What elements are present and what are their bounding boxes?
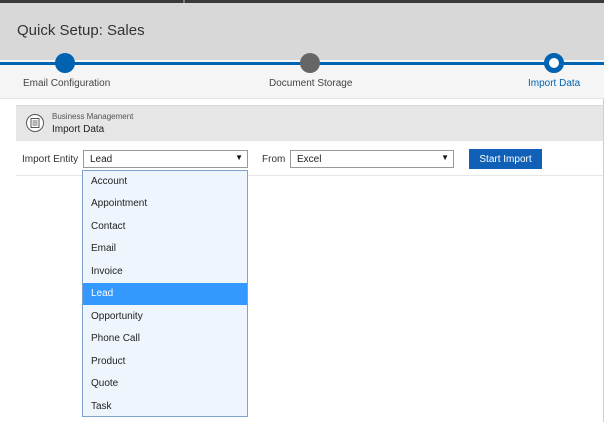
option-label: Product <box>91 356 126 367</box>
from-value: Excel <box>297 154 322 165</box>
dropdown-option-invoice[interactable]: Invoice <box>83 261 247 283</box>
import-entity-label: Import Entity <box>22 154 79 165</box>
chevron-down-icon: ▼ <box>235 153 243 162</box>
chevron-down-icon: ▼ <box>441 153 449 162</box>
section-header: Business Management Import Data <box>16 105 604 141</box>
dropdown-option-task[interactable]: Task <box>83 396 247 418</box>
setup-stepper: Email Configuration Document Storage Imp… <box>0 53 604 98</box>
option-label: Email <box>91 243 117 254</box>
section-heading: Import Data <box>52 124 105 135</box>
dropdown-option-phone-call[interactable]: Phone Call <box>83 328 247 350</box>
dropdown-option-email[interactable]: Email <box>83 238 247 260</box>
list-document-icon <box>26 114 44 132</box>
option-label: Task <box>91 401 112 412</box>
dropdown-option-opportunity[interactable]: Opportunity <box>83 306 247 328</box>
step-label-email-configuration[interactable]: Email Configuration <box>23 78 110 89</box>
import-entity-value: Lead <box>90 154 113 165</box>
dropdown-option-appointment[interactable]: Appointment <box>83 193 247 215</box>
start-import-button[interactable]: Start Import <box>469 149 542 169</box>
dropdown-option-quote[interactable]: Quote <box>83 373 247 395</box>
page-title: Quick Setup: Sales <box>17 22 145 39</box>
from-select[interactable]: Excel ▼ <box>290 150 454 168</box>
option-label: Opportunity <box>91 311 143 322</box>
option-label: Phone Call <box>91 333 140 344</box>
step-label-document-storage[interactable]: Document Storage <box>269 78 352 89</box>
dropdown-option-product[interactable]: Product <box>83 351 247 373</box>
option-label: Invoice <box>91 266 123 277</box>
step-dot-email-configuration[interactable] <box>55 53 75 73</box>
option-label: Contact <box>91 221 126 232</box>
option-label: Account <box>91 176 128 187</box>
step-dot-import-data[interactable] <box>544 53 564 73</box>
option-label: Appointment <box>91 198 148 209</box>
step-line-completed <box>0 62 310 65</box>
option-label: Lead <box>91 288 114 299</box>
import-entity-select[interactable]: Lead ▼ <box>83 150 248 168</box>
dropdown-option-contact[interactable]: Contact <box>83 216 247 238</box>
dropdown-option-account[interactable]: Account <box>83 171 247 193</box>
section-subtitle: Business Management <box>52 112 134 121</box>
from-label: From <box>262 154 286 165</box>
option-label: Quote <box>91 378 119 389</box>
import-entity-dropdown-list[interactable]: Account Appointment Contact Email Invoic… <box>82 170 248 417</box>
step-dot-document-storage[interactable] <box>300 53 320 73</box>
dropdown-option-lead[interactable]: Lead <box>83 283 247 305</box>
stepper-divider <box>0 98 604 99</box>
step-label-import-data[interactable]: Import Data <box>528 78 580 89</box>
page-header: Quick Setup: Sales <box>0 3 604 60</box>
